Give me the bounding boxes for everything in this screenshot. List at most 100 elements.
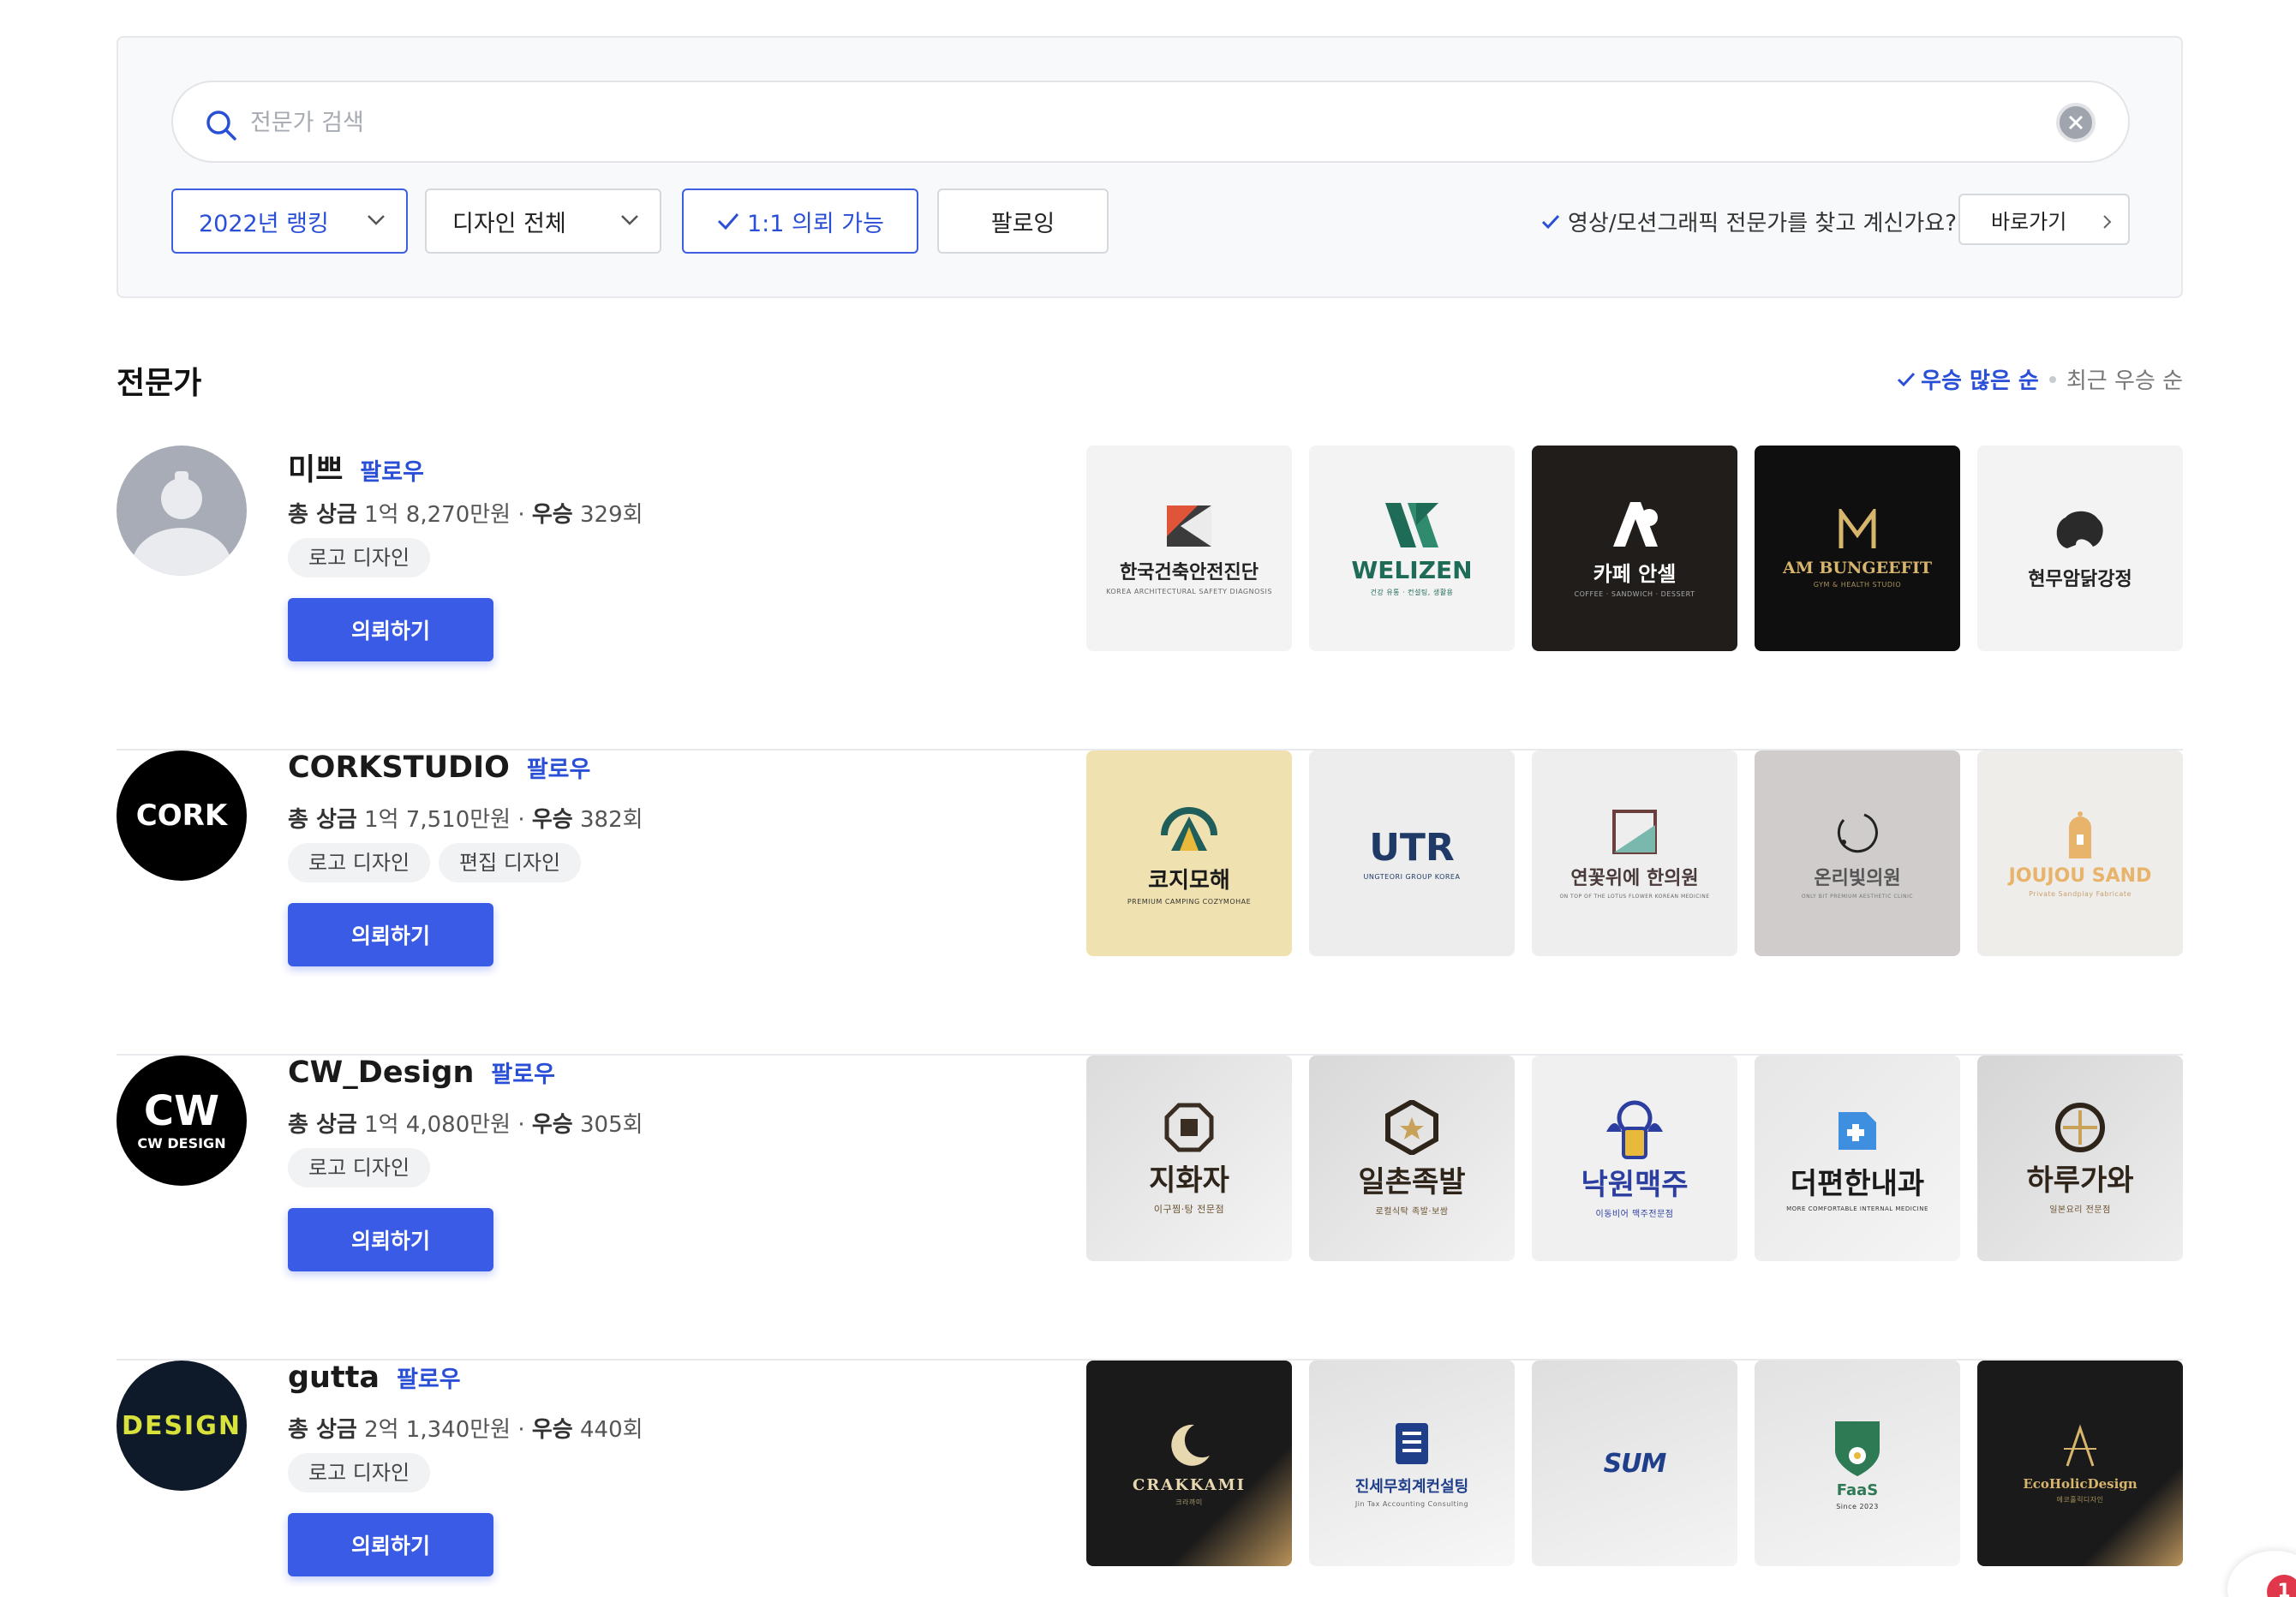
- wins-value: 329회: [579, 502, 643, 528]
- portfolio-title: JOUJOU SAND: [2008, 865, 2152, 887]
- ranking-select[interactable]: 2022년 랭킹: [171, 188, 408, 254]
- portfolio-item[interactable]: 코지모해 PREMIUM CAMPING COZYMOHAE: [1086, 751, 1292, 956]
- logo-mark-icon: [1171, 1424, 1210, 1466]
- category-select[interactable]: 디자인 전체: [425, 188, 661, 254]
- goto-button[interactable]: 바로가기: [1958, 194, 2130, 245]
- portfolio-item[interactable]: 현무암닭강정: [1977, 446, 2183, 651]
- portfolio-subtitle: GYM & HEALTH STUDIO: [1813, 580, 1902, 589]
- section-title: 전문가: [117, 366, 202, 401]
- category-select-label: 디자인 전체: [452, 210, 566, 237]
- ranking-select-label: 2022년 랭킹: [199, 210, 329, 237]
- floating-chat-button[interactable]: 1: [2227, 1551, 2296, 1597]
- portfolio-title: 코지모해: [1148, 868, 1230, 894]
- portfolio-item[interactable]: CRAKKAMI 크라까미: [1086, 1361, 1292, 1566]
- portfolio-subtitle: KOREA ARCHITECTURAL SAFETY DIAGNOSIS: [1106, 587, 1272, 595]
- portfolio-item[interactable]: WELIZEN 건강 유통 · 컨설팅, 생활용: [1309, 446, 1515, 651]
- logo-mark-icon: [1396, 1422, 1428, 1464]
- portfolio-item[interactable]: 카페 안셀 COFFEE · SANDWICH · DESSERT: [1532, 446, 1737, 651]
- clear-search-button[interactable]: [2056, 103, 2096, 142]
- expert-stats: 총 상금 2억 1,340만원 · 우승 440회: [288, 1417, 643, 1443]
- portfolio-item[interactable]: 진세무회계컨설팅 Jin Tax Accounting Consulting: [1309, 1361, 1515, 1566]
- expert-name[interactable]: 미쁘: [288, 446, 343, 489]
- portfolio-title: UTR: [1369, 826, 1455, 870]
- portfolio-title: 진세무회계컨설팅: [1354, 1477, 1469, 1496]
- logo-mark-icon: [1164, 1103, 1214, 1151]
- prize-value: 1억 7,510만원: [364, 807, 511, 833]
- prize-value: 1억 8,270만원: [364, 502, 511, 528]
- sort-recent-wins[interactable]: 최근 우승 순: [2066, 363, 2183, 395]
- portfolio-subtitle: Since 2023: [1836, 1503, 1879, 1510]
- logo-mark-icon: [1839, 508, 1876, 548]
- following-filter-button[interactable]: 팔로잉: [937, 188, 1109, 254]
- request-button[interactable]: 의뢰하기: [288, 598, 493, 661]
- sort-most-wins[interactable]: 우승 많은 순: [1897, 363, 2039, 395]
- video-expert-question: 영상/모션그래픽 전문가를 찾고 계신가요?: [1540, 206, 1957, 237]
- search-bar[interactable]: [171, 81, 2130, 163]
- logo-mark-icon: [1385, 503, 1438, 547]
- portfolio-title: FaaS: [1836, 1481, 1879, 1499]
- follow-button[interactable]: 팔로우: [397, 1361, 461, 1394]
- check-icon: [1541, 214, 1560, 229]
- logo-mark-icon: [1167, 505, 1211, 547]
- portfolio-subtitle: 로컬식탁 족발·보쌈: [1375, 1207, 1449, 1217]
- portfolio-item[interactable]: 온리빛의원 ONLY BIT PREMIUM AESTHETIC CLINIC: [1755, 751, 1960, 956]
- request-button[interactable]: 의뢰하기: [288, 1208, 493, 1271]
- sort-separator: [2048, 375, 2056, 383]
- portfolio-subtitle: 일본요리 전문점: [2049, 1205, 2111, 1215]
- expert-name[interactable]: CORKSTUDIO: [288, 751, 510, 785]
- portfolio-subtitle: COFFEE · SANDWICH · DESSERT: [1574, 590, 1695, 598]
- portfolio-subtitle: ONLY BIT PREMIUM AESTHETIC CLINIC: [1801, 893, 1914, 900]
- logo-mark-icon: [1837, 813, 1878, 852]
- request-button[interactable]: 의뢰하기: [288, 903, 493, 966]
- expert-stats: 총 상금 1억 7,510만원 · 우승 382회: [288, 807, 643, 833]
- portfolio-subtitle: ON TOP OF THE LOTUS FLOWER KOREAN MEDICI…: [1559, 893, 1710, 900]
- avatar: [117, 446, 247, 576]
- expert-info: CW_Design 팔로우 총 상금 1억 4,080만원 · 우승 305회 …: [288, 1056, 643, 1271]
- one-to-one-filter-button[interactable]: 1:1 의뢰 가능: [682, 188, 918, 254]
- portfolio-title: 낙원맥주: [1581, 1168, 1689, 1202]
- portfolio-item[interactable]: AM BUNGEEFIT GYM & HEALTH STUDIO: [1755, 446, 1960, 651]
- portfolio-title: 온리빛의원: [1814, 867, 1901, 889]
- portfolio-item[interactable]: 더편한내과 MORE COMFORTABLE INTERNAL MEDICINE: [1755, 1056, 1960, 1261]
- category-tag: 로고 디자인: [288, 1148, 431, 1187]
- logo-mark-icon: [1839, 1111, 1876, 1150]
- avatar-logo-subtext: CW DESIGN: [137, 1134, 226, 1151]
- portfolio-item[interactable]: SUM: [1532, 1361, 1737, 1566]
- prize-label: 총 상금: [288, 1417, 357, 1443]
- portfolio-subtitle: PREMIUM CAMPING COZYMOHAE: [1127, 898, 1252, 906]
- logo-mark-icon: [2056, 511, 2103, 548]
- chevron-down-icon: [368, 215, 385, 225]
- portfolio-thumbnails: 한국건축안전진단 KOREA ARCHITECTURAL SAFETY DIAG…: [1086, 446, 2183, 651]
- portfolio-item[interactable]: FaaS Since 2023: [1755, 1361, 1960, 1566]
- portfolio-title: EcoHolicDesign: [2023, 1475, 2138, 1492]
- portfolio-subtitle: 크라까미: [1175, 1498, 1203, 1506]
- portfolio-item[interactable]: 하루가와 일본요리 전문점: [1977, 1056, 2183, 1261]
- expert-stats: 총 상금 1억 8,270만원 · 우승 329회: [288, 502, 643, 528]
- expert-name[interactable]: gutta: [288, 1361, 380, 1395]
- portfolio-item[interactable]: EcoHolicDesign 에코홀릭디자인: [1977, 1361, 2183, 1566]
- portfolio-item[interactable]: 낙원맥주 이동비어 맥주전문점: [1532, 1056, 1737, 1261]
- close-icon: [2068, 115, 2084, 130]
- portfolio-item[interactable]: UTR UNGTEORI GROUP KOREA: [1309, 751, 1515, 956]
- portfolio-item[interactable]: 일촌족발 로컬식탁 족발·보쌈: [1309, 1056, 1515, 1261]
- expert-info: CORKSTUDIO 팔로우 총 상금 1억 7,510만원 · 우승 382회…: [288, 751, 643, 966]
- search-input[interactable]: [250, 101, 1964, 144]
- follow-button[interactable]: 팔로우: [360, 453, 424, 487]
- portfolio-item[interactable]: 한국건축안전진단 KOREA ARCHITECTURAL SAFETY DIAG…: [1086, 446, 1292, 651]
- portfolio-subtitle: Jin Tax Accounting Consulting: [1354, 1499, 1469, 1508]
- portfolio-item[interactable]: 연꽃위에 한의원 ON TOP OF THE LOTUS FLOWER KORE…: [1532, 751, 1737, 956]
- wins-label: 우승: [531, 1112, 573, 1138]
- portfolio-thumbnails: CRAKKAMI 크라까미 진세무회계컨설팅 Jin Tax Accountin…: [1086, 1361, 2183, 1566]
- follow-button[interactable]: 팔로우: [491, 1056, 555, 1089]
- request-button[interactable]: 의뢰하기: [288, 1513, 493, 1576]
- expert-name[interactable]: CW_Design: [288, 1056, 474, 1090]
- portfolio-item[interactable]: 지화자 이구찜·탕 전문점: [1086, 1056, 1292, 1261]
- chevron-down-icon: [621, 215, 638, 225]
- portfolio-item[interactable]: JOUJOU SAND Private Sandplay Fabricate: [1977, 751, 2183, 956]
- check-icon: [1898, 372, 1916, 386]
- wins-value: 382회: [579, 807, 643, 833]
- chevron-right-icon: [2103, 215, 2112, 229]
- logo-mark-icon: [2055, 1103, 2105, 1152]
- follow-button[interactable]: 팔로우: [527, 751, 591, 784]
- wins-value: 440회: [579, 1417, 643, 1443]
